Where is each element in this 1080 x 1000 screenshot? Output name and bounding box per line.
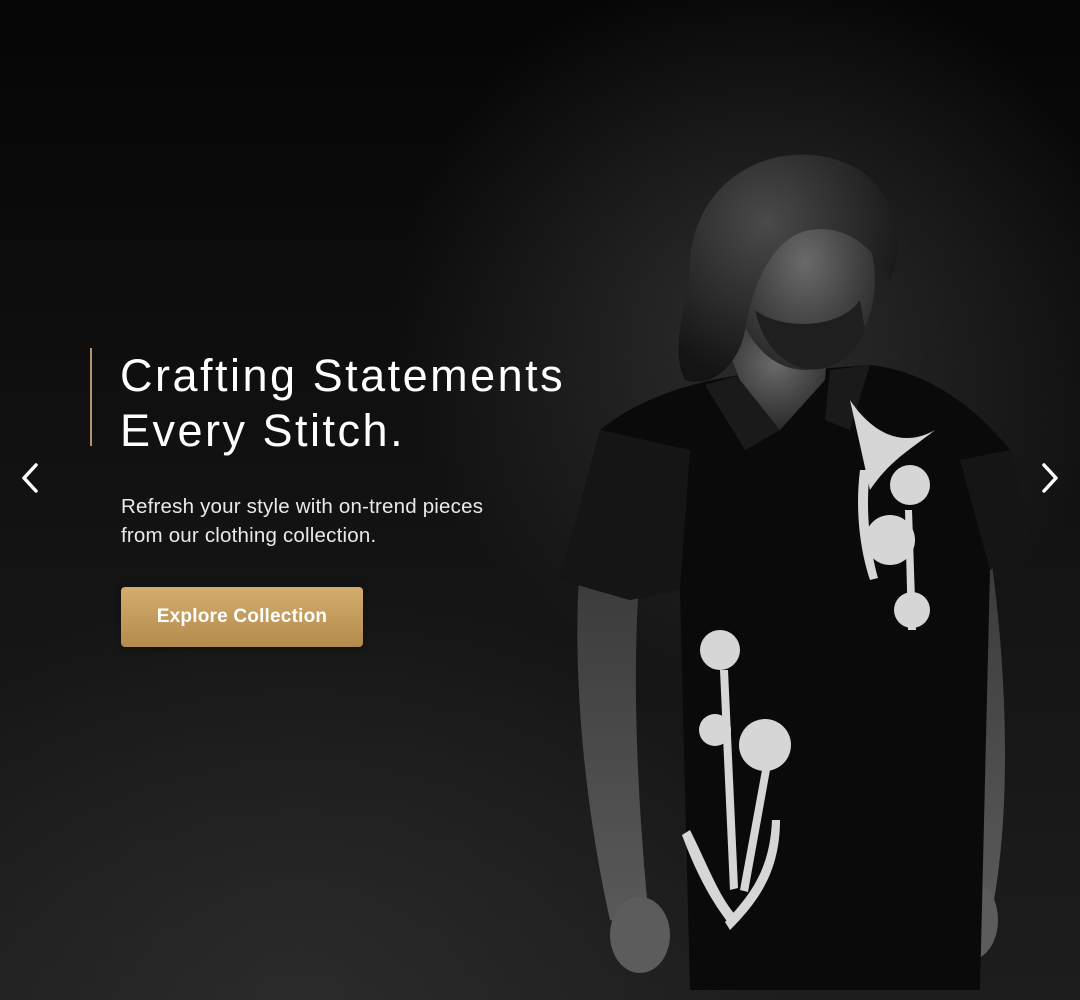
hero-text-block: Crafting Statements Every Stitch. Refres… xyxy=(90,348,650,547)
accent-divider xyxy=(90,348,92,446)
hero-subtext: Refresh your style with on-trend pieces … xyxy=(121,492,483,550)
model-photo xyxy=(560,154,1030,990)
carousel-next-button[interactable] xyxy=(1030,458,1070,498)
hero-banner: Crafting Statements Every Stitch. Refres… xyxy=(0,0,1080,1000)
hero-subtext-line1: Refresh your style with on-trend pieces xyxy=(121,495,484,518)
chevron-left-icon xyxy=(22,463,38,493)
hero-headline: Crafting Statements Every Stitch. xyxy=(90,348,650,458)
explore-collection-button[interactable]: Explore Collection xyxy=(121,587,363,647)
hero-headline-line2: Every Stitch. xyxy=(120,405,406,456)
hero-headline-line1: Crafting Statements xyxy=(120,350,566,401)
hero-subtext-line2: from our clothing collection. xyxy=(121,524,377,547)
chevron-right-icon xyxy=(1042,463,1058,493)
carousel-prev-button[interactable] xyxy=(10,458,50,498)
